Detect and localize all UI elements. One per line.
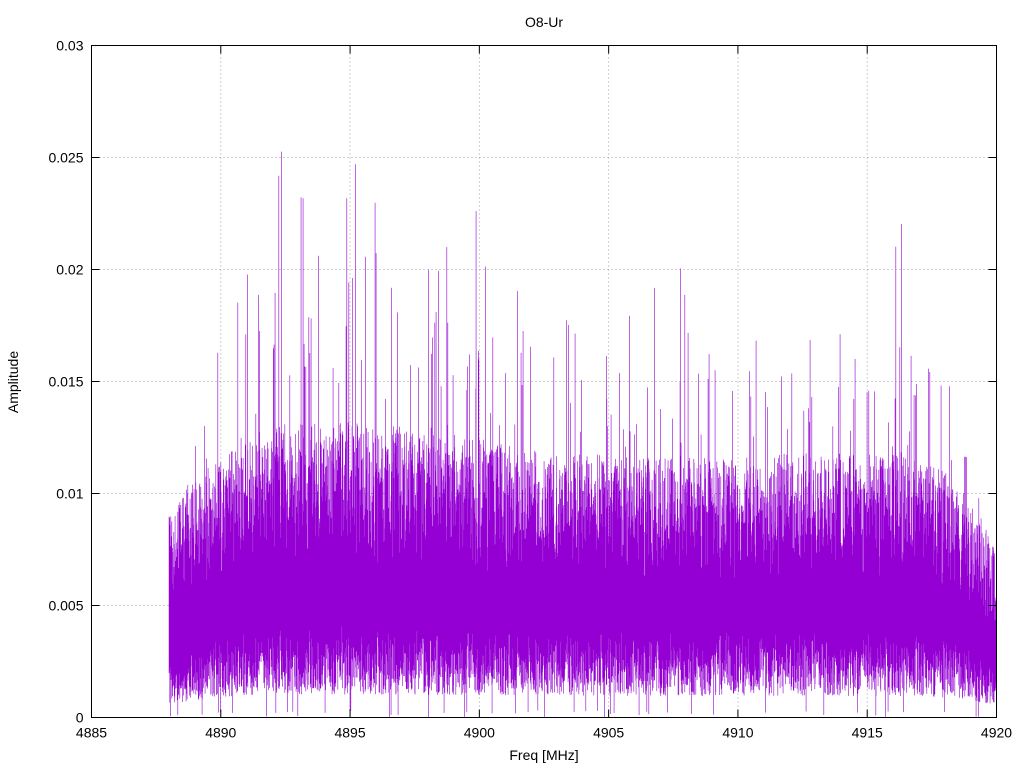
series-trace	[168, 151, 997, 718]
y-tick-labels: 0 0.005 0.01 0.015 0.02 0.025 0.03	[48, 38, 83, 726]
y-tick-label: 0.01	[56, 486, 83, 502]
amplitude-trace	[168, 151, 997, 718]
x-tick-label: 4900	[464, 725, 495, 741]
x-tick-label: 4915	[852, 725, 883, 741]
x-tick-label: 4885	[76, 725, 107, 741]
y-tick-label: 0.03	[56, 38, 83, 54]
x-tick-label: 4910	[722, 725, 753, 741]
y-axis-label: Amplitude	[5, 351, 21, 413]
y-tick-label: 0	[76, 710, 84, 726]
x-tick-label: 4905	[593, 725, 624, 741]
y-tick-label: 0.015	[48, 374, 83, 390]
y-tick-label: 0.005	[48, 598, 83, 614]
x-tick-label: 4895	[334, 725, 365, 741]
x-tick-label: 4890	[205, 725, 236, 741]
x-tick-labels: 4885 4890 4895 4900 4905 4910 4915 4920	[76, 725, 1012, 741]
y-tick-label: 0.025	[48, 150, 83, 166]
y-tick-label: 0.02	[56, 262, 83, 278]
x-tick-label: 4920	[981, 725, 1012, 741]
chart-title: O8-Ur	[525, 14, 563, 30]
x-axis-label: Freq [MHz]	[509, 747, 578, 763]
amplitude-chart: O8-Ur 4885 4890 4895 4900 4905 4910 4915 4920 0…	[5, 14, 1012, 763]
